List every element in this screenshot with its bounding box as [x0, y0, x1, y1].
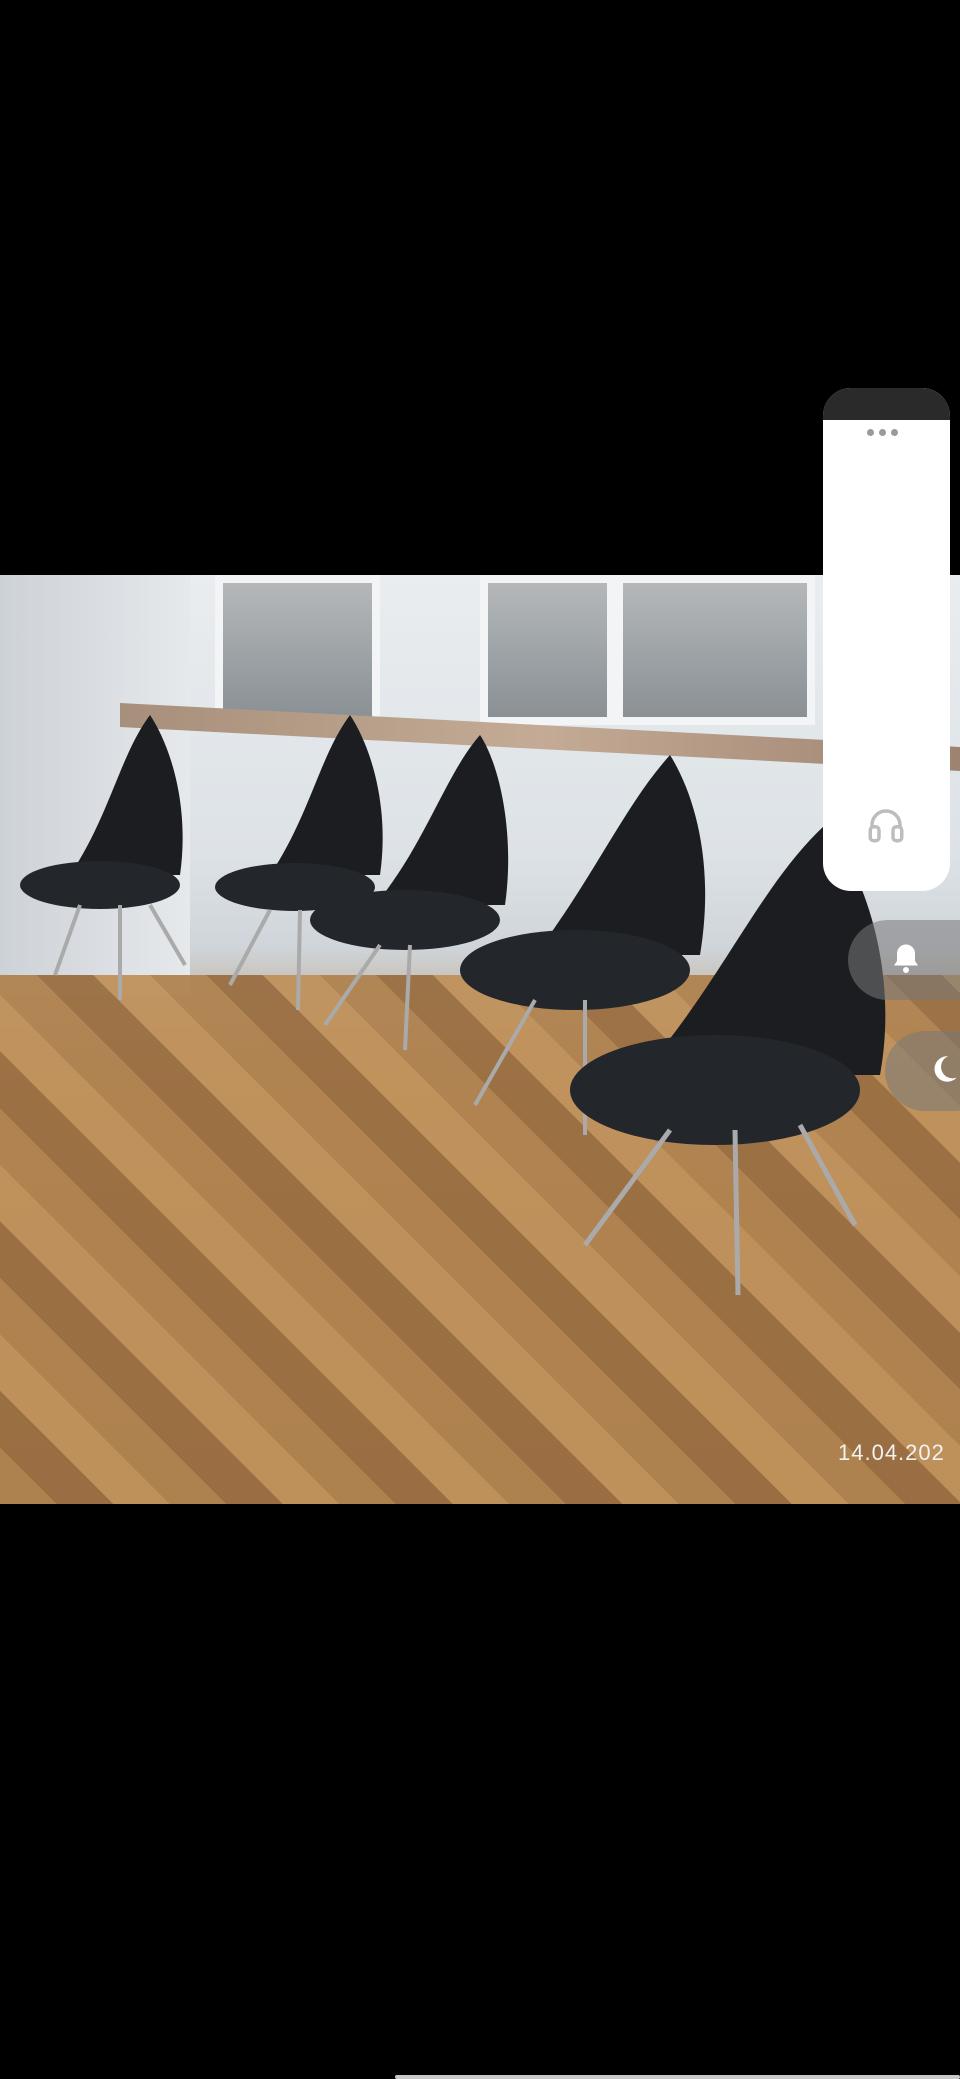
- headphones-icon[interactable]: [861, 800, 911, 850]
- chair: [560, 825, 890, 1310]
- photo-viewer[interactable]: [0, 575, 960, 1504]
- chair: [10, 715, 210, 1010]
- dark-mode-button[interactable]: [885, 1031, 960, 1111]
- moon-icon: [927, 1052, 960, 1091]
- notification-button[interactable]: [848, 920, 960, 1000]
- bell-icon: [888, 940, 924, 981]
- date-stamp: 14.04.202: [838, 1440, 945, 1465]
- floating-panel[interactable]: [823, 388, 950, 891]
- window: [615, 575, 815, 725]
- window: [480, 575, 615, 725]
- more-dots-icon[interactable]: [867, 429, 898, 436]
- home-indicator[interactable]: [395, 2075, 960, 2079]
- panel-handle[interactable]: [823, 388, 950, 420]
- window: [215, 575, 380, 725]
